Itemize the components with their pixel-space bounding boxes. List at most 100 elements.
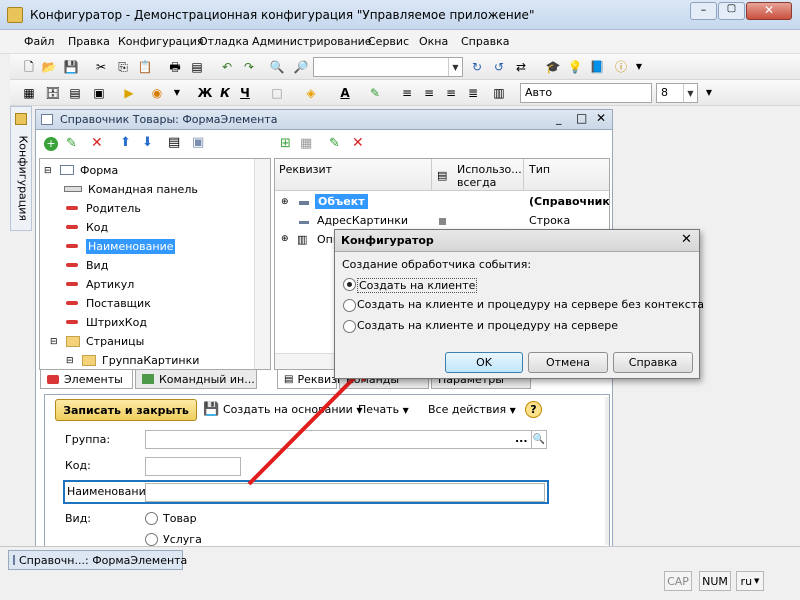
tree-item-command-panel[interactable]: Командная панель bbox=[64, 180, 198, 198]
chevron-down-icon[interactable]: ▼ bbox=[448, 58, 462, 76]
align-justify-icon[interactable]: ≣ bbox=[464, 84, 482, 102]
code-input[interactable] bbox=[145, 457, 241, 476]
move-down-icon[interactable]: ⬇ bbox=[142, 135, 153, 150]
preview-form-icon[interactable]: ▣ bbox=[192, 135, 204, 150]
tab-attributes[interactable]: ▤ Реквизи... bbox=[277, 369, 355, 389]
preview-icon[interactable]: ▤ bbox=[188, 58, 206, 76]
find-prev-icon[interactable]: ↺ bbox=[490, 58, 508, 76]
collapse-icon[interactable]: ⊟ bbox=[50, 337, 60, 347]
option-client-server[interactable]: Создать на клиенте и процедуру на сервер… bbox=[357, 319, 618, 332]
vertical-scrollbar[interactable] bbox=[254, 159, 270, 369]
tree-item-pages[interactable]: ⊟ Страницы bbox=[50, 332, 144, 350]
properties-icon[interactable]: ▤ bbox=[168, 135, 180, 150]
debug-icon[interactable]: ◉ bbox=[148, 84, 166, 102]
tree-item-article[interactable]: Артикул bbox=[64, 275, 134, 293]
redo-icon[interactable]: ↷ bbox=[240, 58, 258, 76]
close-window-button[interactable]: ✕ bbox=[746, 2, 792, 20]
open-folder-icon[interactable]: 📂 bbox=[40, 58, 58, 76]
replace-icon[interactable]: ⇄ bbox=[512, 58, 530, 76]
menu-configuration[interactable]: Конфигурация bbox=[118, 35, 204, 48]
syntax-helper-icon[interactable]: 💡 bbox=[566, 58, 584, 76]
menu-debug[interactable]: Отладка bbox=[199, 35, 249, 48]
add-icon[interactable]: + bbox=[44, 137, 58, 151]
language-selector[interactable]: ru ▼ bbox=[736, 571, 764, 591]
tree-item-name[interactable]: Наименование bbox=[64, 237, 176, 255]
tab-command-interface[interactable]: Командный ин... bbox=[135, 369, 257, 389]
find-next-icon[interactable]: ↻ bbox=[468, 58, 486, 76]
tree-item-parent[interactable]: Родитель bbox=[64, 199, 141, 217]
help-icon[interactable]: ? bbox=[525, 401, 542, 418]
tree-item-picture-group[interactable]: ⊟ ГруппаКартинки bbox=[66, 351, 199, 369]
close-icon[interactable]: ✕ bbox=[596, 111, 606, 125]
option-client-radio[interactable] bbox=[343, 278, 356, 291]
help-book-icon[interactable]: 📘 bbox=[588, 58, 606, 76]
format-icon[interactable]: ▥ bbox=[490, 84, 508, 102]
option-client-server-nocontext-radio[interactable] bbox=[343, 299, 356, 312]
tree-item-kind[interactable]: Вид bbox=[64, 256, 108, 274]
expand-icon[interactable]: ⊕ bbox=[281, 234, 289, 244]
edit-icon[interactable]: ✎ bbox=[66, 136, 77, 151]
prop-row-object[interactable]: Объект bbox=[315, 194, 368, 209]
minimize-icon[interactable]: _ bbox=[556, 112, 562, 125]
chevron-down-icon[interactable]: ▼ bbox=[168, 84, 186, 102]
form-icon[interactable]: ▣ bbox=[90, 84, 108, 102]
save-icon[interactable]: 💾 bbox=[62, 58, 80, 76]
align-center-icon[interactable]: ≡ bbox=[420, 84, 438, 102]
undo-icon[interactable]: ↶ bbox=[218, 58, 236, 76]
edit-icon[interactable]: ✎ bbox=[329, 136, 340, 151]
wizard-icon[interactable]: 🎓 bbox=[544, 58, 562, 76]
font-combo[interactable]: Авто bbox=[520, 83, 652, 103]
create-based-on-button[interactable]: Создать на основании ▼ bbox=[223, 403, 363, 416]
search-icon[interactable]: 🔎 bbox=[292, 58, 310, 76]
layout-icon[interactable]: ▦ bbox=[20, 84, 38, 102]
minimize-button[interactable]: – bbox=[690, 2, 717, 20]
find-in-tree-icon[interactable]: 🔍 bbox=[268, 58, 286, 76]
kind-radio-product[interactable] bbox=[145, 512, 158, 525]
tree-item-supplier[interactable]: Поставщик bbox=[64, 294, 151, 312]
checkbox[interactable] bbox=[439, 218, 446, 225]
database-icon[interactable]: 🗄 bbox=[44, 84, 62, 102]
cancel-button[interactable]: Отмена bbox=[528, 352, 608, 373]
search-icon[interactable]: 🔍 bbox=[531, 430, 547, 449]
copy-icon[interactable]: ⎘ bbox=[114, 58, 132, 76]
search-combo[interactable]: ▼ bbox=[313, 57, 463, 77]
tree-item-barcode[interactable]: ШтрихКод bbox=[64, 313, 147, 331]
delete-icon[interactable]: ✕ bbox=[352, 135, 364, 151]
border-icon[interactable]: □ bbox=[268, 84, 286, 102]
tree-item-form[interactable]: ⊟ Форма bbox=[44, 161, 118, 179]
info-icon[interactable]: ⓘ bbox=[612, 58, 630, 76]
menu-service[interactable]: Сервис bbox=[368, 35, 409, 48]
highlight-icon[interactable]: ✎ bbox=[366, 84, 384, 102]
expand-icon[interactable]: ⊕ bbox=[281, 197, 289, 207]
align-left-icon[interactable]: ≡ bbox=[398, 84, 416, 102]
chevron-down-icon[interactable]: ▼ bbox=[683, 84, 697, 102]
delete-icon[interactable]: ✕ bbox=[91, 135, 103, 151]
fill-color-icon[interactable]: ◈ bbox=[302, 84, 320, 102]
header-type[interactable]: Тип bbox=[529, 163, 550, 176]
collapse-icon[interactable]: ⊟ bbox=[44, 166, 54, 176]
bold-icon[interactable]: Ж bbox=[196, 84, 214, 102]
maximize-icon[interactable]: □ bbox=[576, 111, 587, 125]
ok-button[interactable]: OK bbox=[445, 352, 523, 373]
close-icon[interactable]: ✕ bbox=[681, 232, 692, 247]
option-client-server-nocontext[interactable]: Создать на клиенте и процедуру на сервер… bbox=[357, 298, 704, 311]
save-icon[interactable]: 💾 bbox=[203, 402, 219, 417]
text-color-icon[interactable]: A bbox=[336, 84, 354, 102]
table-icon[interactable]: ▤ bbox=[66, 84, 84, 102]
paste-icon[interactable]: 📋 bbox=[136, 58, 154, 76]
all-actions-button[interactable]: Все действия ▼ bbox=[428, 403, 516, 416]
print-icon[interactable]: 🖶 bbox=[166, 58, 184, 76]
prop-row-picture-address[interactable]: АдресКартинки bbox=[317, 214, 408, 227]
group-input[interactable] bbox=[145, 430, 533, 449]
tab-elements[interactable]: Элементы bbox=[40, 369, 133, 389]
add-attribute-icon[interactable]: ⊞ bbox=[280, 136, 291, 151]
header-always-use[interactable]: Использо... всегда bbox=[457, 163, 523, 189]
config-side-panel[interactable]: Конфигурация bbox=[10, 106, 32, 231]
name-input[interactable] bbox=[145, 483, 545, 502]
chevron-down-icon[interactable]: ▼ bbox=[700, 84, 718, 102]
kind-radio-service[interactable] bbox=[145, 533, 158, 546]
option-client-server-radio[interactable] bbox=[343, 320, 356, 333]
add-table-icon[interactable]: ▦ bbox=[300, 136, 312, 151]
help-button[interactable]: Справка bbox=[613, 352, 693, 373]
chevron-down-icon[interactable]: ▼ bbox=[630, 58, 648, 76]
